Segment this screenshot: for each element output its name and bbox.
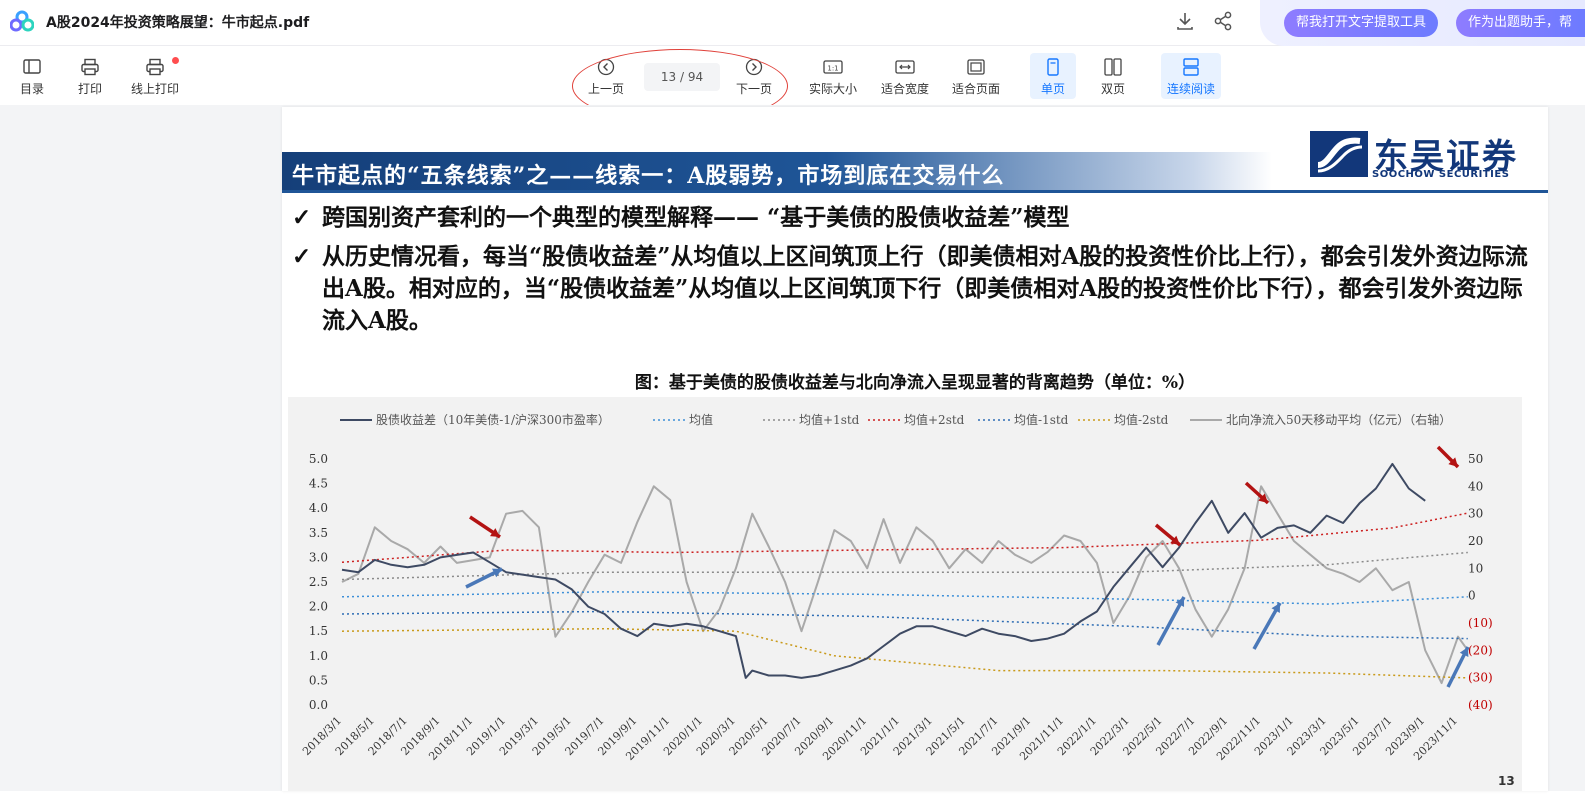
next-page-button[interactable]: 下一页: [736, 58, 772, 97]
figure-title: 图：基于美债的股债收益差与北向净流入呈现显著的背离趋势（单位：%）: [634, 373, 1196, 393]
legend-label: 均值+1std: [799, 412, 860, 427]
continuous-reading-icon: [1183, 58, 1199, 76]
chevron-right-icon: [745, 58, 763, 76]
actual-size-button[interactable]: 1:1 实际大小: [808, 58, 858, 97]
right-axis-tick: 50: [1468, 452, 1483, 466]
download-icon[interactable]: [1174, 10, 1196, 32]
chart-area: 股债收益差（10年美债-1/沪深300市盈率） 均值 均值+1std 均值+2std 均…: [288, 397, 1522, 791]
brand-english-name: SOOCHOW SECURITIES: [1372, 169, 1510, 180]
single-page-label: 单页: [1040, 82, 1065, 96]
notification-dot: [172, 57, 179, 64]
legend-label: 均值+2std: [904, 412, 965, 427]
series-line: [341, 627, 1468, 679]
legend-label: 均值: [689, 412, 713, 427]
series-line: [341, 591, 1468, 605]
share-icon[interactable]: [1212, 10, 1234, 32]
right-axis-tick: 0: [1468, 589, 1476, 603]
page-number: 13: [1498, 774, 1515, 788]
prev-page-button[interactable]: 上一页: [588, 58, 624, 97]
banner-underline: [282, 190, 1548, 193]
legend-label: 均值-1std: [1014, 412, 1069, 427]
fit-page-button[interactable]: 适合页面: [951, 58, 1001, 97]
online-print-button[interactable]: 线上打印: [130, 58, 180, 97]
left-axis-tick: 1.0: [309, 649, 328, 663]
toc-button[interactable]: 目录: [18, 58, 46, 97]
right-axis-tick: (30): [1468, 671, 1493, 685]
left-axis-tick: 2.0: [309, 600, 328, 614]
title-bar: A股2024年投资策略展望：牛市起点.pdf 帮我打开文字提取工具 作为出题助手…: [0, 0, 1585, 46]
actual-size-icon: 1:1: [823, 60, 843, 74]
right-axis-tick: 20: [1468, 534, 1483, 548]
print-button[interactable]: 打印: [76, 58, 104, 97]
series-line: [341, 610, 1468, 640]
left-axis-tick: 0.0: [309, 698, 328, 712]
svg-text:1:1: 1:1: [827, 65, 838, 73]
check-mark: ✓: [292, 243, 312, 270]
right-axis-tick: (40): [1468, 698, 1493, 712]
series-line: [341, 485, 1469, 685]
toc-icon: [23, 59, 41, 74]
fit-page-label: 适合页面: [951, 82, 1000, 96]
fit-page-icon: [967, 59, 985, 75]
prev-page-label: 上一页: [588, 82, 625, 96]
right-axis-tick: 40: [1468, 479, 1483, 493]
double-page-button[interactable]: 双页: [1096, 58, 1130, 97]
right-axis-tick: (20): [1468, 643, 1493, 657]
single-page-icon: [1047, 58, 1059, 76]
next-page-label: 下一页: [736, 82, 773, 96]
check-mark: ✓: [292, 204, 312, 231]
toc-label: 目录: [19, 82, 44, 96]
left-axis-tick: 3.5: [309, 526, 328, 540]
right-axis-tick: 30: [1468, 507, 1483, 521]
soochow-logo-icon: [1310, 131, 1368, 177]
brand-logo: 东吴证券 SOOCHOW SECURITIES: [1310, 129, 1520, 180]
page-indicator[interactable]: 13 / 94: [644, 63, 720, 91]
series-line: [341, 551, 1468, 581]
series-line: [341, 512, 1468, 564]
fit-width-button[interactable]: 适合宽度: [880, 58, 930, 97]
single-page-button[interactable]: 单页: [1030, 53, 1076, 99]
left-axis-tick: 0.5: [309, 673, 328, 687]
question-assistant-button[interactable]: 作为出题助手，帮: [1456, 9, 1585, 37]
fit-width-icon: [895, 60, 915, 74]
continuous-reading-button[interactable]: 连续阅读: [1161, 53, 1221, 99]
continuous-reading-label: 连续阅读: [1166, 82, 1215, 96]
left-axis-tick: 2.5: [309, 575, 328, 589]
printer-icon: [81, 58, 99, 76]
right-axis-tick: (10): [1468, 616, 1493, 630]
viewer-toolbar: [0, 47, 1585, 105]
chevron-left-icon: [597, 58, 615, 76]
document-title: A股2024年投资策略展望：牛市起点.pdf: [46, 15, 310, 31]
left-axis-tick: 3.0: [309, 550, 328, 564]
right-axis-tick: 10: [1468, 561, 1483, 575]
left-axis-tick: 5.0: [309, 452, 328, 466]
legend-label: 均值-2std: [1114, 412, 1169, 427]
print-label: 打印: [77, 82, 102, 96]
online-print-label: 线上打印: [130, 82, 179, 96]
double-page-label: 双页: [1100, 82, 1125, 96]
legend-label: 北向净流入50天移动平均（亿元）（右轴）: [1226, 412, 1451, 427]
fit-width-label: 适合宽度: [880, 82, 929, 96]
text-extract-tool-button[interactable]: 帮我打开文字提取工具: [1284, 9, 1439, 37]
double-page-icon: [1104, 58, 1122, 76]
bullet-1-text: 跨国别资产套利的一个典型的模型解释—— “基于美债的股债收益差”模型: [322, 204, 1070, 231]
dual-axis-line-chart: 股债收益差（10年美债-1/沪深300市盈率） 均值 均值+1std 均值+2std 均…: [300, 412, 1493, 763]
online-printer-icon: [146, 58, 164, 76]
actual-size-label: 实际大小: [808, 82, 857, 96]
left-axis-tick: 1.5: [309, 624, 328, 638]
bullet-2-text: 从历史情况看，每当“股债收益差”从均值以上区间筑顶上行（即美债相对A股的投资性价…: [322, 243, 1528, 334]
slide-banner: 牛市起点的“五条线索”之——线索一：A股弱势，市场到底在交易什么: [282, 152, 1272, 190]
left-axis-tick: 4.5: [309, 477, 328, 491]
pdf-page: 牛市起点的“五条线索”之——线索一：A股弱势，市场到底在交易什么 东吴证券 SO…: [282, 107, 1548, 791]
app-logo-icon: [10, 10, 34, 32]
legend-label: 股债收益差（10年美债-1/沪深300市盈率）: [376, 412, 610, 427]
left-axis-tick: 4.0: [309, 501, 328, 515]
slide-title: 牛市起点的“五条线索”之——线索一：A股弱势，市场到底在交易什么: [292, 163, 1005, 189]
